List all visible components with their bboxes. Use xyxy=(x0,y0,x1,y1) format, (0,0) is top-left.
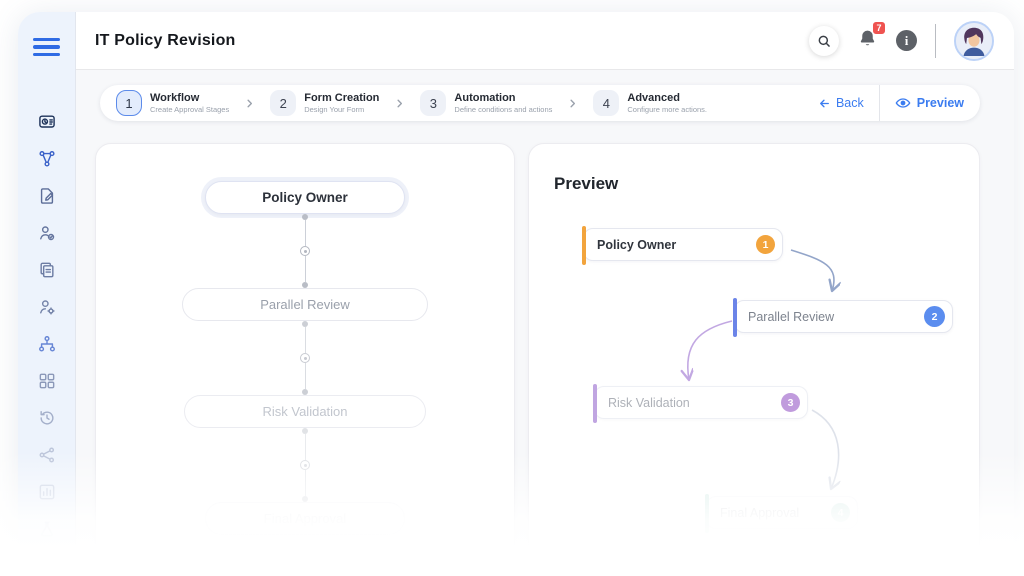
sidebar xyxy=(18,12,76,576)
card-accent xyxy=(733,298,737,337)
notification-badge: 7 xyxy=(872,20,886,35)
preview-button[interactable]: Preview xyxy=(895,95,980,111)
card-number-badge: 4 xyxy=(831,503,850,522)
page-title: IT Policy Revision xyxy=(95,31,236,49)
card-number-badge: 2 xyxy=(924,306,945,327)
card-accent xyxy=(593,384,597,423)
main-area: IT Policy Revision 7 i 1 Workflow Create… xyxy=(76,12,1014,576)
avatar-illustration xyxy=(956,22,992,59)
form-edit-icon[interactable] xyxy=(37,186,57,206)
step-advanced[interactable]: 4 Advanced Configure more actions. xyxy=(587,90,713,116)
hierarchy-icon[interactable] xyxy=(37,334,57,354)
stage-policy-owner[interactable]: Policy Owner xyxy=(205,181,405,214)
step-subtitle: Design Your Form xyxy=(304,105,365,115)
stage-connector[interactable] xyxy=(300,214,310,288)
header-actions: 7 i xyxy=(809,20,994,61)
stage-connector[interactable] xyxy=(300,428,310,502)
step-label: Advanced xyxy=(627,91,680,104)
arrow-3-4 xyxy=(811,409,839,489)
step-label: Form Creation xyxy=(304,91,380,104)
stage-final-approval[interactable]: Final Approval xyxy=(205,502,405,535)
step-subtitle: Configure more actions. xyxy=(627,105,708,115)
preview-card-final-approval[interactable]: Final Approval 4 xyxy=(705,494,858,533)
card-accent xyxy=(582,226,586,265)
preview-card-parallel-review[interactable]: Parallel Review 2 xyxy=(733,298,953,337)
card-label: Final Approval xyxy=(720,505,800,520)
info-button[interactable]: i xyxy=(896,30,917,51)
back-label: Back xyxy=(835,96,864,110)
reports-icon[interactable] xyxy=(37,482,57,502)
stepper: 1 Workflow Create Approval Stages 2 Form … xyxy=(100,85,980,121)
card-number-badge: 3 xyxy=(781,393,800,412)
step-number: 1 xyxy=(116,90,142,116)
preview-panel: Preview Policy Owner 1 Parallel Review 2… xyxy=(528,143,980,563)
step-label: Workflow xyxy=(150,91,200,104)
card-accent xyxy=(705,494,709,533)
actions-divider xyxy=(878,85,880,121)
preview-heading: Preview xyxy=(554,174,619,193)
step-automation[interactable]: 3 Automation Define conditions and action… xyxy=(414,90,558,116)
arrow-2-3 xyxy=(688,320,733,380)
card-label: Parallel Review xyxy=(748,309,835,324)
step-number: 4 xyxy=(593,90,620,116)
stage-risk-validation[interactable]: Risk Validation xyxy=(184,395,426,428)
card-number-badge: 1 xyxy=(756,235,775,254)
notifications-button[interactable]: 7 xyxy=(857,20,886,54)
arrow-1-2 xyxy=(790,249,834,291)
content-area: 1 Workflow Create Approval Stages 2 Form … xyxy=(76,70,1014,576)
stage-connector[interactable] xyxy=(300,321,310,395)
arrow-left-icon xyxy=(819,99,829,107)
user-settings-icon[interactable] xyxy=(37,297,57,317)
chevron-right-icon xyxy=(244,98,255,109)
app-window: IT Policy Revision 7 i 1 Workflow Create… xyxy=(18,12,1014,576)
preview-card-risk-validation[interactable]: Risk Validation 3 xyxy=(593,384,808,423)
preview-label: Preview xyxy=(916,96,964,110)
sidebar-nav xyxy=(37,112,57,539)
archive-icon[interactable] xyxy=(37,519,57,539)
history-icon[interactable] xyxy=(37,408,57,428)
back-button[interactable]: Back xyxy=(818,96,864,110)
step-subtitle: Create Approval Stages xyxy=(150,105,230,115)
documents-icon[interactable] xyxy=(37,260,57,280)
dashboard-clock-icon[interactable] xyxy=(37,112,57,132)
card-label: Policy Owner xyxy=(597,237,677,252)
step-form-creation[interactable]: 2 Form Creation Design Your Form xyxy=(264,90,385,116)
apps-grid-icon[interactable] xyxy=(37,371,57,391)
info-icon: i xyxy=(904,32,909,48)
workflow-panel: Policy Owner Parallel Review Risk Valida… xyxy=(95,143,515,563)
step-number: 3 xyxy=(420,90,447,116)
step-label: Automation xyxy=(454,91,516,104)
chevron-right-icon xyxy=(567,98,578,109)
header: IT Policy Revision 7 i xyxy=(76,12,1014,70)
share-icon[interactable] xyxy=(37,445,57,465)
search-icon xyxy=(818,35,830,47)
workflow-icon[interactable] xyxy=(37,149,57,169)
avatar[interactable] xyxy=(954,20,994,61)
header-divider xyxy=(935,23,936,58)
panels: Policy Owner Parallel Review Risk Valida… xyxy=(95,143,980,563)
user-approve-icon[interactable] xyxy=(37,223,57,243)
chevron-right-icon xyxy=(394,98,405,109)
search-button[interactable] xyxy=(809,25,839,56)
step-number: 2 xyxy=(270,90,297,116)
menu-icon[interactable] xyxy=(33,38,60,57)
eye-icon xyxy=(895,98,911,108)
stage-parallel-review[interactable]: Parallel Review xyxy=(182,288,428,321)
preview-card-policy-owner[interactable]: Policy Owner 1 xyxy=(582,226,783,265)
card-label: Risk Validation xyxy=(608,395,690,410)
stepper-actions: Back Preview xyxy=(818,85,980,121)
step-workflow[interactable]: 1 Workflow Create Approval Stages xyxy=(110,90,235,116)
step-subtitle: Define conditions and actions xyxy=(454,105,553,115)
